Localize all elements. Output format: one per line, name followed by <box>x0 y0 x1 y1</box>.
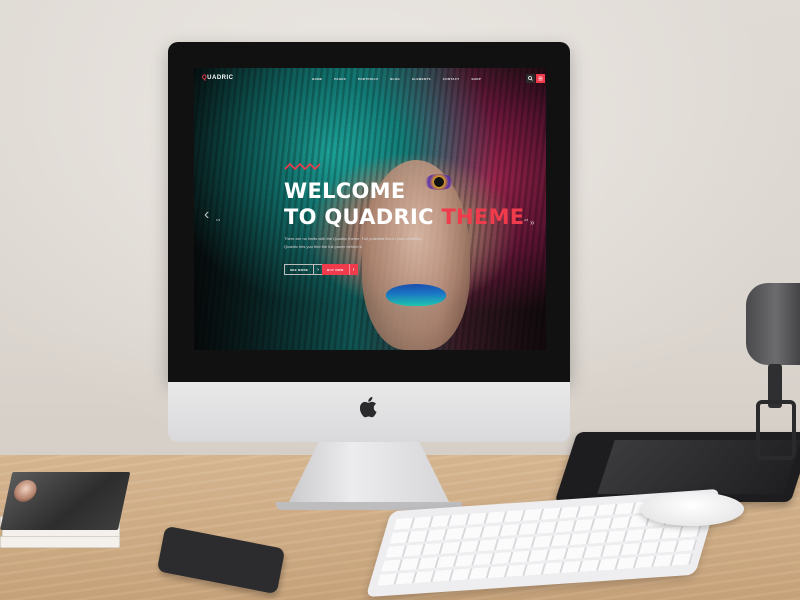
hero-description: There are no limits with the Quadric the… <box>284 235 444 251</box>
see-more-button[interactable]: SEE MORE › <box>284 264 324 275</box>
slider-next-arrow[interactable]: » <box>530 218 534 227</box>
search-icon <box>528 76 533 81</box>
hero-description-line1: There are no limits with the Quadric the… <box>284 236 423 241</box>
hero-title-line2: TO QUADRIC THEME <box>284 204 534 230</box>
chevron-right-icon: › <box>348 264 358 275</box>
magazine <box>0 536 120 548</box>
hero-title-line2-start: TO QUADRIC <box>284 205 442 229</box>
nav-item-elements[interactable]: ELEMENTS <box>412 77 431 81</box>
nav-item-portfolio[interactable]: PORTFOLIO <box>358 77 378 81</box>
menu-icon <box>538 76 543 81</box>
logo-text: UADRIC <box>207 75 234 81</box>
see-more-label: SEE MORE <box>290 267 309 272</box>
buy-now-label: BUY NOW <box>327 267 344 272</box>
imac-chin <box>168 382 570 442</box>
slider-prev-number: 1/3 <box>216 218 221 222</box>
nav-item-shop[interactable]: SHOP <box>471 77 481 81</box>
magazine-cover <box>0 472 131 530</box>
hero-title-line1: WELCOME <box>284 179 406 203</box>
slider-prev-arrow[interactable]: ‹ <box>204 206 209 224</box>
menu-button[interactable] <box>536 74 545 83</box>
hero-title: WELCOME TO QUADRIC THEME <box>284 178 534 230</box>
nav-item-contact[interactable]: CONTACT <box>443 77 460 81</box>
nav-item-blog[interactable]: BLOG <box>390 77 400 81</box>
apple-logo-icon <box>359 396 377 418</box>
site-navbar: QUADRIC HOME PAGES PORTFOLIO BLOG ELEMEN… <box>194 68 546 90</box>
desk-lamp-clamp <box>756 400 796 460</box>
imac: QUADRIC HOME PAGES PORTFOLIO BLOG ELEMEN… <box>168 42 570 510</box>
site-logo[interactable]: QUADRIC <box>202 75 234 81</box>
mouse <box>640 492 744 526</box>
imac-bezel: QUADRIC HOME PAGES PORTFOLIO BLOG ELEMEN… <box>168 42 570 382</box>
nav-item-pages[interactable]: PAGES <box>334 77 346 81</box>
hero-title-accent: THEME <box>441 205 525 229</box>
desk-lamp-head <box>746 283 800 365</box>
buy-now-button[interactable]: BUY NOW › <box>322 264 358 275</box>
nav-menu: HOME PAGES PORTFOLIO BLOG ELEMENTS CONTA… <box>312 77 481 81</box>
search-button[interactable] <box>526 74 535 83</box>
magazine-stack <box>0 472 131 564</box>
slider-next-number: 2/3 <box>524 218 529 222</box>
chevron-right-icon: › <box>313 264 322 275</box>
website-screen: QUADRIC HOME PAGES PORTFOLIO BLOG ELEMEN… <box>194 68 546 350</box>
nav-item-home[interactable]: HOME <box>312 77 322 81</box>
hero-description-line2: Quadric lets you find the full power beh… <box>284 244 363 249</box>
magazine-cover-photo <box>11 480 39 502</box>
squiggle-decoration <box>284 162 321 171</box>
